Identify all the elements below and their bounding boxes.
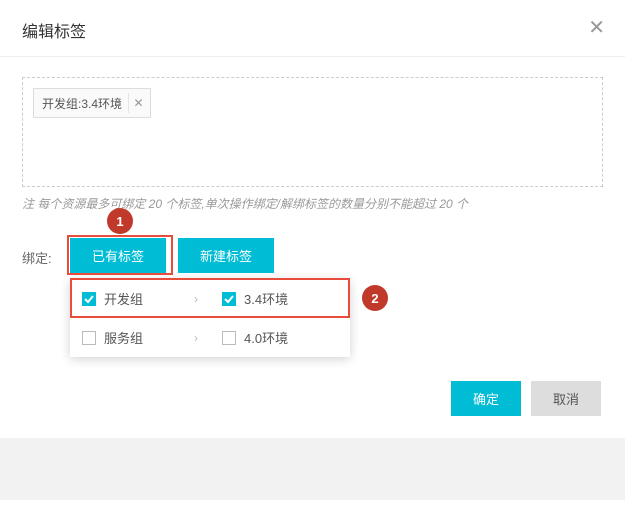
dialog-title: 编辑标签 [22, 18, 603, 42]
bind-label: 绑定: [22, 238, 70, 267]
remove-tag-icon[interactable]: ✕ [128, 93, 148, 113]
chevron-right-icon: › [194, 331, 198, 345]
background-strip [0, 438, 625, 500]
checkbox-icon [82, 292, 96, 306]
close-icon[interactable]: ✕ [588, 18, 605, 38]
checkbox-icon [222, 292, 236, 306]
option-label: 服务组 [104, 328, 143, 347]
chevron-right-icon: › [194, 292, 198, 306]
bind-row: 绑定: 已有标签 新建标签 1 开发组 › [22, 238, 603, 357]
dialog-body: 开发组:3.4环境 ✕ 注 每个资源最多可绑定 20 个标签,单次操作绑定/解绑… [0, 57, 625, 357]
note-text: 注 每个资源最多可绑定 20 个标签,单次操作绑定/解绑标签的数量分别不能超过 … [22, 195, 603, 212]
option-label: 3.4环境 [244, 289, 288, 308]
tab-existing[interactable]: 已有标签 [70, 238, 166, 273]
dropdown-col-right: 3.4环境 4.0环境 [210, 279, 350, 357]
checkbox-icon [82, 331, 96, 345]
selected-tags-area[interactable]: 开发组:3.4环境 ✕ [22, 77, 603, 187]
tag-chip-label: 开发组:3.4环境 [42, 95, 122, 112]
edit-tags-dialog: 编辑标签 ✕ 开发组:3.4环境 ✕ 注 每个资源最多可绑定 20 个标签,单次… [0, 0, 625, 438]
option-servicegroup[interactable]: 服务组 › [70, 318, 210, 357]
tag-dropdown: 开发组 › 服务组 › 3.4环境 [70, 279, 350, 357]
annotation-badge-1: 1 [107, 208, 133, 234]
tab-new[interactable]: 新建标签 [178, 238, 274, 273]
cancel-button[interactable]: 取消 [531, 381, 601, 416]
annotation-badge-2: 2 [362, 285, 388, 311]
dropdown-col-left: 开发组 › 服务组 › [70, 279, 210, 357]
dialog-footer: 确定 取消 [0, 357, 625, 438]
option-devgroup[interactable]: 开发组 › [70, 279, 210, 318]
dialog-header: 编辑标签 ✕ [0, 0, 625, 57]
option-env40[interactable]: 4.0环境 [210, 318, 350, 357]
option-label: 开发组 [104, 289, 143, 308]
option-label: 4.0环境 [244, 328, 288, 347]
checkbox-icon [222, 331, 236, 345]
tabs: 已有标签 新建标签 [70, 238, 350, 273]
option-env34[interactable]: 3.4环境 [210, 279, 350, 318]
tag-chip: 开发组:3.4环境 ✕ [33, 88, 151, 118]
ok-button[interactable]: 确定 [451, 381, 521, 416]
